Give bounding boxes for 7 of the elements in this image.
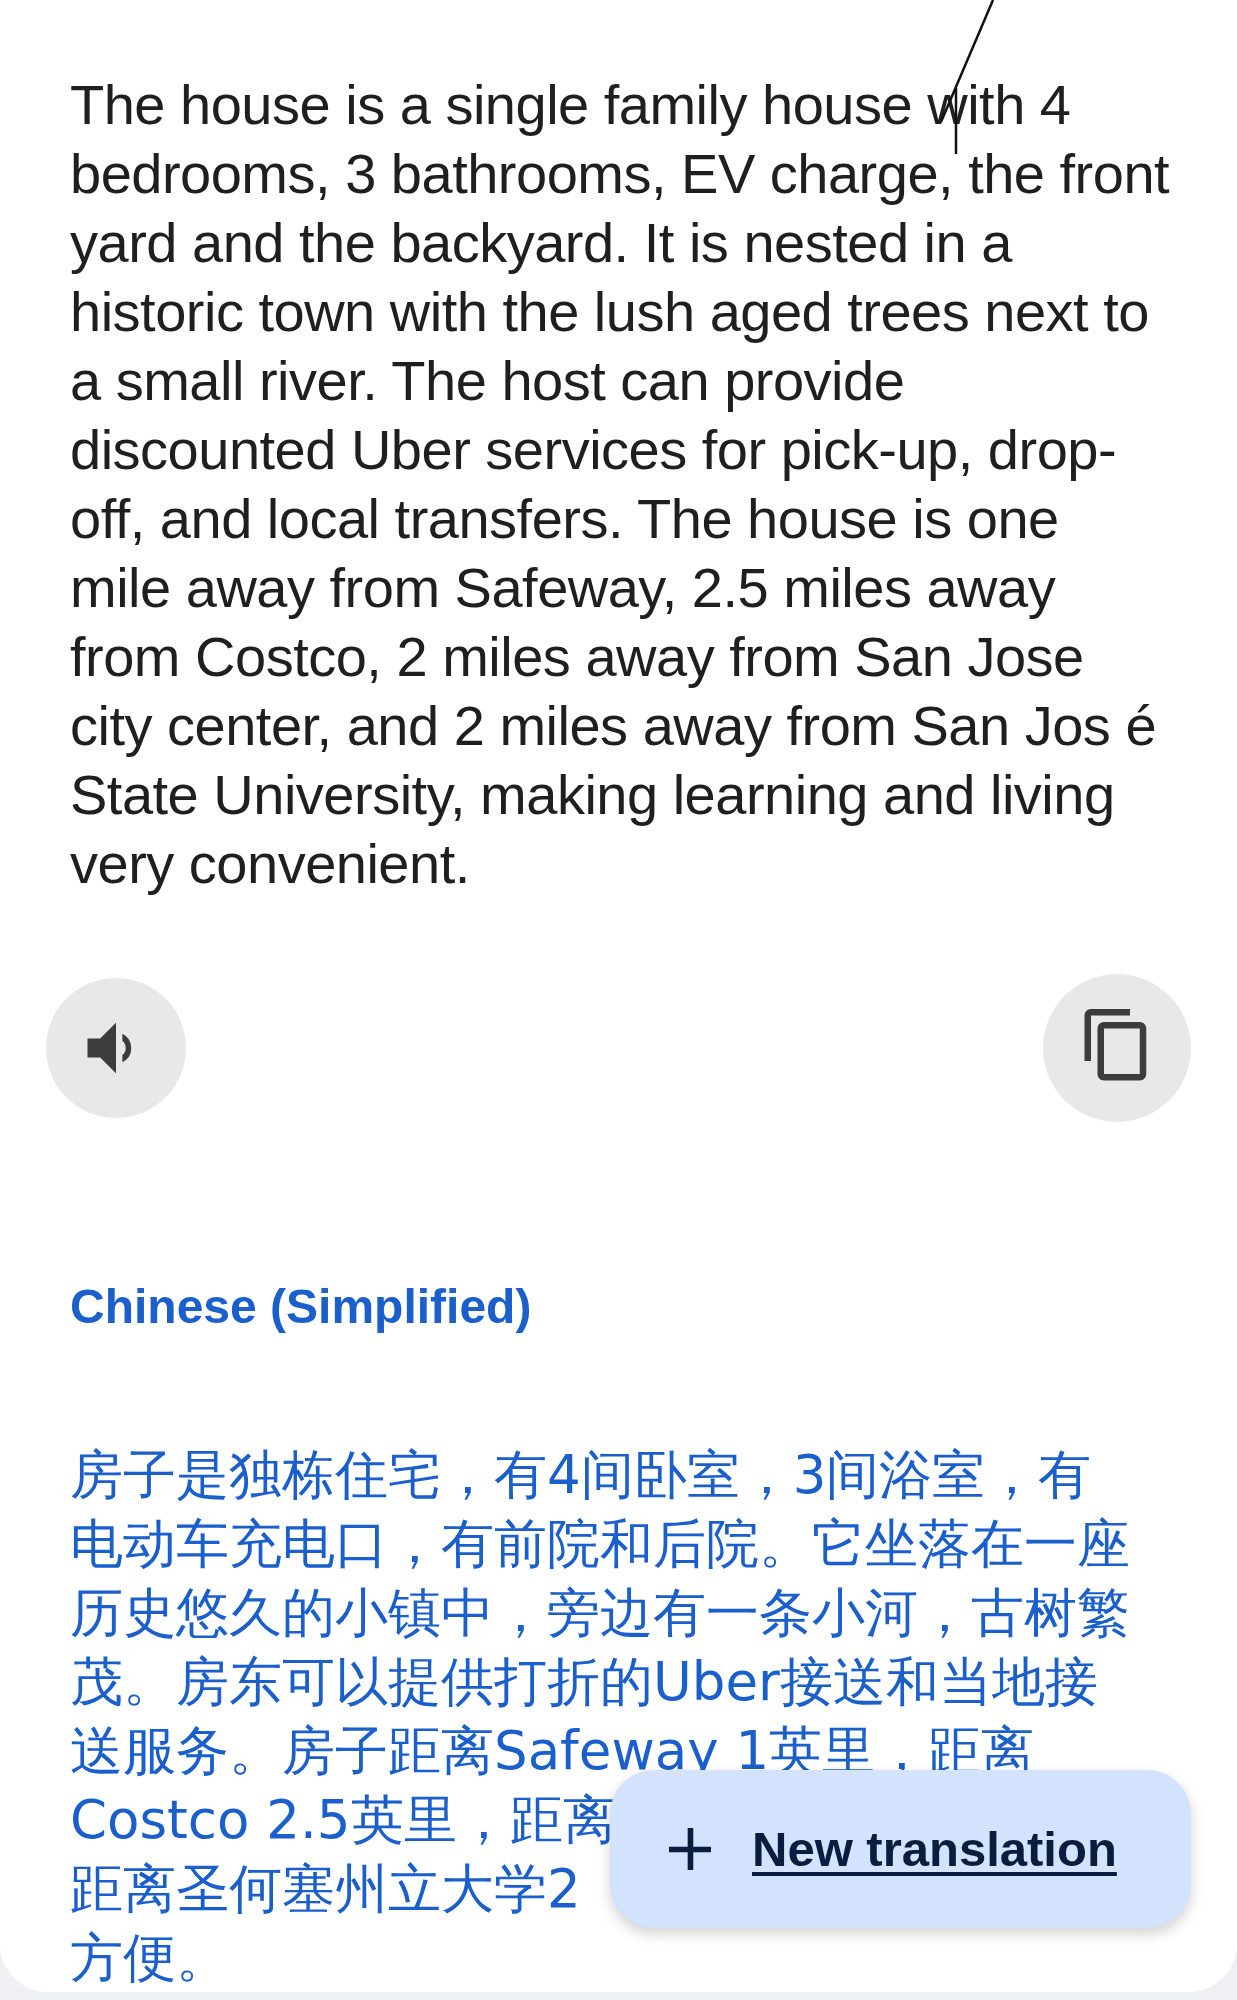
translation-text-line: 茂。房东可以提供打折的Uber接送和当地接 — [70, 1650, 1098, 1714]
translation-text-line: 距离圣何塞州立大学2 — [70, 1857, 581, 1921]
translation-text-line: 方便。 — [70, 1926, 229, 1990]
translation-text-line: 历史悠久的小镇中，旁边有一条小河，古树繁 — [70, 1581, 1130, 1645]
translation-text-line: 电动车充电口，有前院和后院。它坐落在一座 — [70, 1512, 1130, 1576]
translation-text-line: 房子是独栋住宅，有4间卧室，3间浴室，有 — [70, 1443, 1092, 1507]
target-language-label: Chinese (Simplified) — [70, 1282, 533, 1332]
